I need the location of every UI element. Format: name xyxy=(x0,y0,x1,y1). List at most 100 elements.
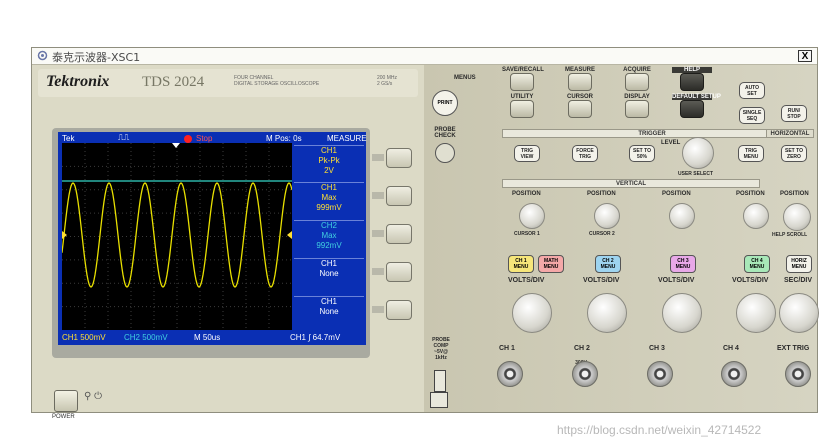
ch4-position-knob[interactable] xyxy=(743,203,769,229)
option-button-3[interactable] xyxy=(386,224,412,244)
ch-1-menu-button[interactable]: CH 1 MENU xyxy=(508,255,534,273)
description-line-2: DIGITAL STORAGE OSCILLOSCOPE xyxy=(234,81,320,87)
display-button[interactable] xyxy=(625,100,649,118)
option-button-1[interactable] xyxy=(386,148,412,168)
ch4-volts-div-knob[interactable] xyxy=(736,293,776,333)
ch1-position-knob[interactable] xyxy=(519,203,545,229)
control-panel: MENUS PRINT PROBE CHECK SAVE/RECALL MEASU… xyxy=(424,65,819,412)
measure-menu-item: CH1 Pk-Pk 2V xyxy=(294,145,364,180)
measure-item-line1: CH2 xyxy=(320,221,337,230)
horizontal-section-label: HORIZONTAL xyxy=(766,129,814,138)
trigger-section-label: TRIGGER xyxy=(502,129,802,138)
window-title: 泰克示波器-XSC1 xyxy=(52,51,141,64)
trigger-level-knob[interactable] xyxy=(682,137,714,169)
ch3-position-knob[interactable] xyxy=(669,203,695,229)
measure-menu-item: CH1 Max 999mV xyxy=(294,182,364,217)
horiz-menu-button[interactable]: HORIZ MENU xyxy=(786,255,812,273)
help-button[interactable] xyxy=(680,73,704,91)
level-label: LEVEL xyxy=(661,140,681,146)
model-description: FOUR CHANNEL DIGITAL STORAGE OSCILLOSCOP… xyxy=(234,75,374,87)
ch-2-connector[interactable] xyxy=(572,361,598,387)
math-menu-button[interactable]: MATH MENU xyxy=(538,255,564,273)
input-label: CH 1 xyxy=(499,345,515,352)
trig-menu-button[interactable]: TRIG MENU xyxy=(738,145,764,162)
ch3-volts-div-knob[interactable] xyxy=(662,293,702,333)
utility-button[interactable] xyxy=(510,100,534,118)
measure-item-line1: CH1 xyxy=(320,297,337,306)
probe-comp-label: PROBE COMP ~5V@ 1kHz xyxy=(432,337,450,361)
ch2-scale: CH2 500mV xyxy=(124,333,168,342)
measure-item-line2: None xyxy=(319,307,339,316)
cursor-label: CURSOR 2 xyxy=(589,231,615,237)
ch1-scale: CH1 500mV xyxy=(62,333,106,342)
ch2-position-knob[interactable] xyxy=(594,203,620,229)
measure-item-line1: CH1 xyxy=(320,183,337,192)
ch-1-connector[interactable] xyxy=(497,361,523,387)
user-select-label: USER SELECT xyxy=(678,171,714,177)
cursor-button[interactable] xyxy=(568,100,592,118)
trigger-status-icon: ⎍⎍ xyxy=(118,133,130,142)
sec-div-knob[interactable] xyxy=(779,293,819,333)
cursor-label: CURSOR 1 xyxy=(514,231,540,237)
bezel-arrow-icon xyxy=(372,268,384,275)
ch-3-menu-button[interactable]: CH 3 MENU xyxy=(670,255,696,273)
horiz-position-label: POSITION xyxy=(780,191,809,197)
option-button-5[interactable] xyxy=(386,300,412,320)
measure-item-line1: CH1 xyxy=(320,146,337,155)
measure-menu: CH1 Pk-Pk 2V CH1 Max 999mV CH2 Max 992mV CH1 None C… xyxy=(294,143,366,330)
ext-trig-connector[interactable] xyxy=(785,361,811,387)
ch-3-connector[interactable] xyxy=(647,361,673,387)
vertical-position-label: POSITION xyxy=(736,191,765,197)
bezel-arrow-icon xyxy=(372,192,384,199)
ch-4-menu-button[interactable]: CH 4 MENU xyxy=(744,255,770,273)
waveform-grid xyxy=(62,143,292,330)
model-spec: 200 MHz 2 GS/s xyxy=(377,75,397,87)
bezel-arrow-icon xyxy=(372,306,384,313)
run-stop-button[interactable]: RUN/ STOP xyxy=(781,105,807,122)
stop-indicator-icon xyxy=(184,135,192,143)
default-setup-button[interactable] xyxy=(680,100,704,118)
mpos-readout: M Pos: 0s xyxy=(266,134,302,143)
spec-line-2: 2 GS/s xyxy=(377,81,393,87)
volts-div-label: VOLTS/DIV xyxy=(508,277,545,284)
acquire-button[interactable] xyxy=(625,73,649,91)
brand-name: Tektronix xyxy=(46,73,110,90)
bezel-arrow-icon xyxy=(372,154,384,161)
vertical-position-label: POSITION xyxy=(587,191,616,197)
power-label: POWER xyxy=(52,414,75,420)
autoset-button[interactable]: AUTO SET xyxy=(739,82,765,99)
input-label: CH 4 xyxy=(723,345,739,352)
measure-item-line2: Max xyxy=(321,231,337,240)
force-trig-button[interactable]: FORCE TRIG xyxy=(572,145,598,162)
print-button[interactable]: PRINT xyxy=(432,90,458,116)
measure-menu-item: CH1 None xyxy=(294,296,364,331)
ch-2-menu-button[interactable]: CH 2 MENU xyxy=(595,255,621,273)
input-label: CH 2 xyxy=(574,345,590,352)
option-button-4[interactable] xyxy=(386,262,412,282)
measure-item-line2: None xyxy=(319,269,339,278)
volts-div-label: VOLTS/DIV xyxy=(583,277,620,284)
set-to-zero-button[interactable]: SET TO ZERO xyxy=(781,145,807,162)
measure-button[interactable] xyxy=(568,73,592,91)
probe-check-label: PROBE CHECK xyxy=(434,127,456,139)
ch1-volts-div-knob[interactable] xyxy=(512,293,552,333)
power-symbol-icon: ⚲ ⏻ xyxy=(84,391,103,402)
option-button-2[interactable] xyxy=(386,186,412,206)
ch-4-connector[interactable] xyxy=(721,361,747,387)
save-recall-button[interactable] xyxy=(510,73,534,91)
help-scroll-label: HELP SCROLL xyxy=(772,232,808,238)
single-seq-button[interactable]: SINGLE SEQ xyxy=(739,107,765,124)
power-button[interactable] xyxy=(54,390,78,412)
ch2-volts-div-knob[interactable] xyxy=(587,293,627,333)
close-button[interactable]: X xyxy=(798,50,812,62)
input-label: CH 3 xyxy=(649,345,665,352)
probe-check-button[interactable] xyxy=(435,143,455,163)
ground-terminal[interactable] xyxy=(430,392,448,408)
set-to-50-button[interactable]: SET TO 50% xyxy=(629,145,655,162)
horiz-position-knob[interactable] xyxy=(783,203,811,231)
probe-comp-terminal[interactable] xyxy=(434,370,446,392)
measure-item-line3: 992mV xyxy=(316,241,342,250)
app-icon xyxy=(37,50,48,61)
vertical-position-label: POSITION xyxy=(512,191,541,197)
trig-view-button[interactable]: TRIG VIEW xyxy=(514,145,540,162)
